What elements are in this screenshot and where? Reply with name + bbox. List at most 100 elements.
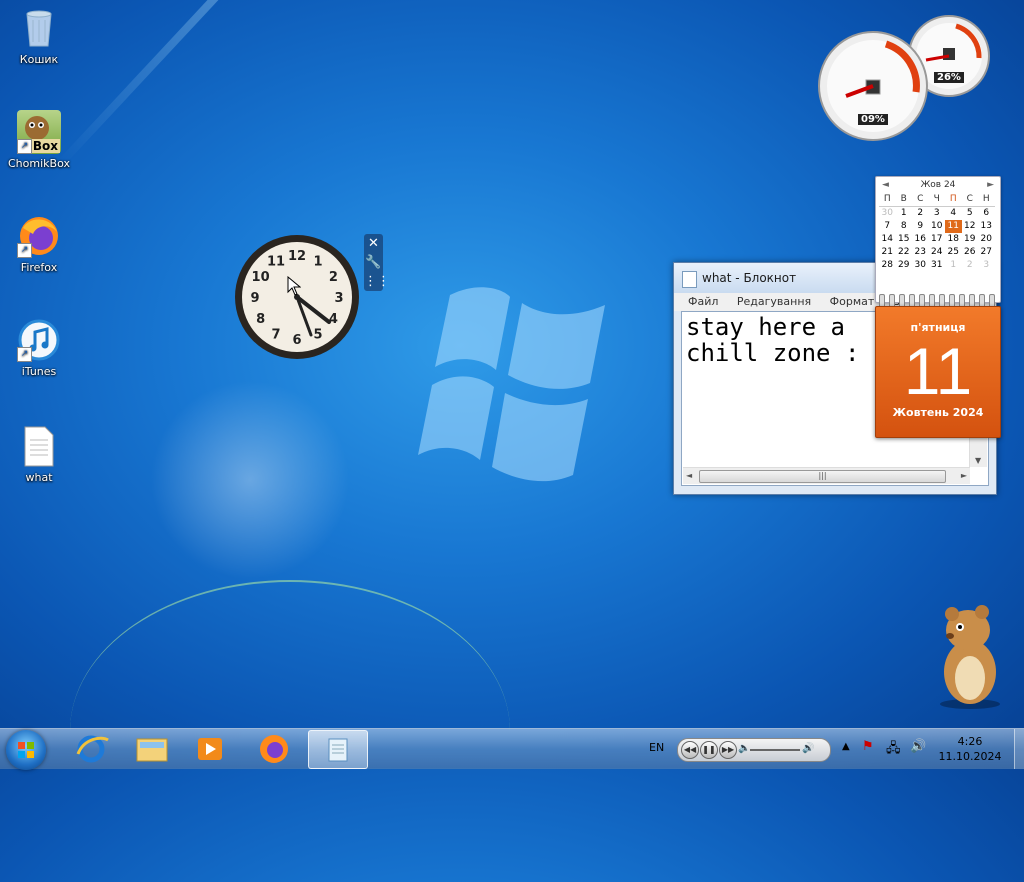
- clock-number: 10: [252, 270, 270, 285]
- calendar-day-cell[interactable]: 15: [896, 233, 913, 246]
- taskbar-notepad[interactable]: [308, 730, 368, 769]
- taskbar: EN ◀◀ ❚❚ ▶▶ 🔈 🔊 ▲ ⚑ 🖧 🔊 4:26 11.10.2024: [0, 728, 1024, 770]
- volume-slider[interactable]: [750, 749, 800, 751]
- fast-forward-icon[interactable]: ▶▶: [719, 741, 737, 759]
- calendar-day-cell[interactable]: 7: [879, 220, 896, 233]
- clock-number: 7: [271, 327, 280, 342]
- calendar-day-cell[interactable]: 23: [912, 246, 929, 259]
- calendar-day-cell[interactable]: 2: [962, 259, 979, 272]
- calendar-weekday-header: П: [879, 193, 896, 207]
- desktop-icon-firefox[interactable]: ↗ Firefox: [4, 214, 74, 274]
- clock-number: 4: [329, 312, 338, 327]
- taskbar-media-player[interactable]: [181, 730, 239, 767]
- wrench-icon[interactable]: 🔧: [364, 253, 383, 272]
- desktop-icon-label: Кошик: [19, 53, 59, 66]
- scrollbar-thumb[interactable]: |||: [699, 470, 946, 483]
- calendar-month-view: ◄ Жов 24 ► П В С Ч П С Н 30 1 2 3 4 5 6 7 8 9 10 11 12 13 14 1…: [875, 176, 1001, 303]
- itunes-icon: ↗: [17, 318, 61, 362]
- drag-handle-icon[interactable]: ⋮⋮: [364, 272, 390, 291]
- volume-icon: 🔈: [738, 743, 751, 754]
- action-center-icon[interactable]: ⚑: [862, 739, 874, 754]
- calendar-day-cell[interactable]: 11: [945, 220, 962, 233]
- calendar-day-cell[interactable]: 17: [929, 233, 946, 246]
- prev-month-icon[interactable]: ◄: [882, 177, 889, 193]
- clock-number: 1: [313, 255, 322, 270]
- calendar-day-number: 11: [903, 334, 973, 408]
- calendar-day-cell[interactable]: 14: [879, 233, 896, 246]
- taskbar-windows-explorer[interactable]: [122, 730, 180, 767]
- calendar-day-cell[interactable]: 3: [978, 259, 995, 272]
- clock-number: 12: [288, 249, 306, 264]
- calendar-day-cell[interactable]: 9: [912, 220, 929, 233]
- calendar-day-cell[interactable]: 29: [896, 259, 913, 272]
- calendar-day-cell[interactable]: 8: [896, 220, 913, 233]
- desktop-icon-recycle-bin[interactable]: Кошик: [4, 6, 74, 66]
- media-player-toolbar[interactable]: ◀◀ ❚❚ ▶▶ 🔈 🔊: [677, 738, 831, 762]
- internet-explorer-icon: [76, 735, 109, 763]
- calendar-day-cell[interactable]: 1: [945, 259, 962, 272]
- calendar-day-cell[interactable]: 30: [912, 259, 929, 272]
- calendar-day-cell[interactable]: 31: [929, 259, 946, 272]
- hamster-mascot-icon: [940, 605, 1000, 709]
- calendar-day-cell[interactable]: 19: [962, 233, 979, 246]
- calendar-day-cell[interactable]: 13: [978, 220, 995, 233]
- close-icon[interactable]: ✕: [364, 234, 383, 253]
- menu-format[interactable]: Формат: [830, 295, 875, 308]
- horizontal-scrollbar[interactable]: ◄ ||| ►: [683, 467, 970, 484]
- pause-icon[interactable]: ❚❚: [700, 741, 718, 759]
- calendar-day-cell[interactable]: 2: [912, 207, 929, 220]
- menu-edit[interactable]: Редагування: [737, 295, 811, 308]
- calendar-day-cell[interactable]: 27: [978, 246, 995, 259]
- start-button[interactable]: [6, 730, 46, 770]
- recycle-bin-icon: [17, 6, 61, 50]
- clock-gadget[interactable]: 12 1 2 3 4 5 6 7 8 9 10 11: [234, 234, 360, 360]
- calendar-day-cell[interactable]: 1: [896, 207, 913, 220]
- rewind-icon[interactable]: ◀◀: [681, 741, 699, 759]
- calendar-day-cell[interactable]: 22: [896, 246, 913, 259]
- calendar-day-cell[interactable]: 24: [929, 246, 946, 259]
- menu-file[interactable]: Файл: [688, 295, 718, 308]
- taskbar-clock[interactable]: 4:26 11.10.2024: [934, 734, 1006, 764]
- calendar-day-cell[interactable]: 16: [912, 233, 929, 246]
- calendar-day-cell[interactable]: 26: [962, 246, 979, 259]
- network-icon[interactable]: 🖧: [886, 739, 901, 761]
- calendar-weekday-header: В: [895, 193, 912, 207]
- calendar-day-cell[interactable]: 18: [945, 233, 962, 246]
- calendar-weekday-header: С: [912, 193, 929, 207]
- chomikbox-icon: Box ↗: [17, 110, 61, 154]
- calendar-weekday-header: П: [945, 193, 962, 207]
- calendar-day-cell[interactable]: 28: [879, 259, 896, 272]
- calendar-day-cell[interactable]: 25: [945, 246, 962, 259]
- speaker-icon[interactable]: 🔊: [910, 739, 926, 754]
- language-indicator[interactable]: EN: [649, 741, 664, 754]
- taskbar-internet-explorer[interactable]: [62, 730, 120, 767]
- calendar-day-cell[interactable]: 30: [879, 207, 896, 220]
- desktop-icon-itunes[interactable]: ↗ iTunes: [4, 318, 74, 378]
- calendar-day-cell[interactable]: 3: [929, 207, 946, 220]
- clock-number: 2: [329, 270, 338, 285]
- calendar-day-cell[interactable]: 6: [978, 207, 995, 220]
- calendar-day-cell[interactable]: 12: [962, 220, 979, 233]
- calendar-nav: ◄ Жов 24 ►: [876, 177, 1000, 193]
- taskbar-firefox[interactable]: [245, 730, 303, 767]
- desktop-icon-what-file[interactable]: what: [4, 424, 74, 484]
- show-desktop-button[interactable]: [1014, 729, 1024, 769]
- calendar-day-cell[interactable]: 10: [929, 220, 946, 233]
- calendar-day-cell[interactable]: 4: [945, 207, 962, 220]
- cpu-usage-label: 09%: [858, 114, 888, 125]
- cpu-meter-gadget[interactable]: 26% 09%: [816, 14, 996, 144]
- notepad-icon: [682, 271, 697, 288]
- calendar-day-cell[interactable]: 21: [879, 246, 896, 259]
- scroll-down-icon[interactable]: ▼: [975, 456, 981, 465]
- calendar-day-cell[interactable]: 5: [962, 207, 979, 220]
- next-month-icon[interactable]: ►: [987, 177, 994, 193]
- clock-face: 12 12 3 45678 9 1011: [235, 235, 359, 359]
- show-hidden-icons-icon[interactable]: ▲: [842, 741, 850, 752]
- calendar-day-cell[interactable]: 20: [978, 233, 995, 246]
- windows-logo-wallpaper: [418, 287, 605, 482]
- scroll-right-icon[interactable]: ►: [961, 471, 967, 480]
- calendar-gadget[interactable]: ◄ Жов 24 ► П В С Ч П С Н 30 1 2 3 4 5 6 7 8 9 10 11 12 13 14 1…: [875, 176, 1001, 438]
- chomikbox-badge: Box: [30, 139, 60, 153]
- desktop-icon-chomikbox[interactable]: Box ↗ ChomikBox: [4, 110, 74, 170]
- scroll-left-icon[interactable]: ◄: [686, 471, 692, 480]
